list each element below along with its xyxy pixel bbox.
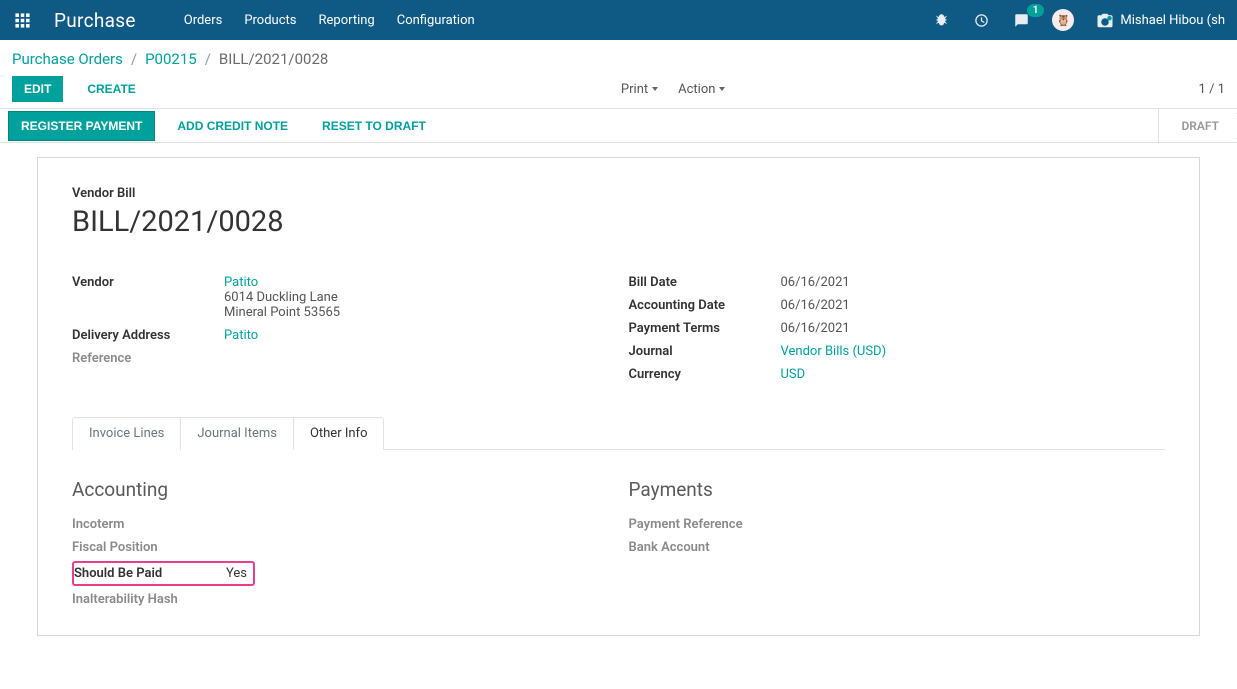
journal-label: Journal: [629, 344, 781, 359]
bill-date-value: 06/16/2021: [781, 275, 850, 290]
create-button[interactable]: Create: [75, 76, 147, 102]
field-journal: Journal Vendor Bills (USD): [629, 340, 1166, 363]
journal-link[interactable]: Vendor Bills (USD): [781, 344, 887, 359]
bill-date-label: Bill Date: [629, 275, 781, 290]
print-dropdown[interactable]: Print: [621, 82, 658, 97]
payments-title: Payments: [629, 478, 1166, 501]
right-column: Bill Date 06/16/2021 Accounting Date 06/…: [629, 271, 1166, 386]
field-bill-date: Bill Date 06/16/2021: [629, 271, 1166, 294]
incoterm-label: Incoterm: [72, 517, 224, 532]
action-dropdown[interactable]: Action: [678, 82, 725, 97]
pay-terms-value: 06/16/2021: [781, 321, 850, 336]
header-fields: Vendor Patito 6014 Duckling Lane Mineral…: [72, 271, 1165, 386]
bug-icon[interactable]: [932, 11, 950, 29]
vendor-link[interactable]: Patito: [224, 275, 258, 290]
statusbar: Register Payment Add Credit Note Reset t…: [0, 108, 1237, 143]
accounting-section: Accounting Incoterm Fiscal Position Shou…: [72, 450, 609, 611]
pay-ref-label: Payment Reference: [629, 517, 781, 532]
edit-button[interactable]: Edit: [12, 76, 63, 102]
bank-label: Bank Account: [629, 540, 781, 555]
delivery-link[interactable]: Patito: [224, 328, 258, 343]
hash-label: Inalterability Hash: [72, 592, 224, 607]
breadcrumb-sep: /: [205, 50, 211, 68]
status-flow: Draft: [1158, 109, 1237, 142]
field-reference: Reference: [72, 347, 609, 370]
left-column: Vendor Patito 6014 Duckling Lane Mineral…: [72, 271, 609, 386]
tab-journal-items[interactable]: Journal Items: [180, 417, 294, 450]
clock-icon[interactable]: [972, 11, 990, 29]
doc-title: BILL/2021/0028: [72, 205, 1165, 239]
breadcrumb-sep: /: [131, 50, 137, 68]
apps-icon[interactable]: [8, 6, 36, 34]
messages-icon[interactable]: 1: [1012, 11, 1030, 29]
field-delivery: Delivery Address Patito: [72, 324, 609, 347]
menu-configuration[interactable]: Configuration: [397, 9, 475, 32]
messages-badge: 1: [1027, 4, 1045, 17]
breadcrumb-row: Purchase Orders / P00215 / BILL/2021/002…: [0, 40, 1237, 72]
toolbar-row: Edit Create Print Action 1 / 1: [0, 72, 1237, 108]
other-info-content: Accounting Incoterm Fiscal Position Shou…: [72, 450, 1165, 611]
vendor-addr1: 6014 Duckling Lane: [224, 290, 338, 305]
should-be-paid-highlight: Should Be Paid Yes: [72, 561, 255, 586]
camera-icon: [1096, 11, 1114, 29]
user-menu[interactable]: Mishael Hibou (sh: [1096, 11, 1225, 29]
breadcrumb: Purchase Orders / P00215 / BILL/2021/002…: [12, 50, 328, 68]
field-inalterability-hash: Inalterability Hash: [72, 588, 609, 611]
tab-other-info[interactable]: Other Info: [293, 417, 385, 450]
caret-icon: [719, 87, 725, 91]
pager[interactable]: 1 / 1: [1199, 82, 1225, 97]
currency-label: Currency: [629, 367, 781, 382]
field-vendor: Vendor Patito 6014 Duckling Lane Mineral…: [72, 271, 609, 324]
app-title[interactable]: Purchase: [54, 9, 136, 32]
user-name: Mishael Hibou (sh: [1120, 13, 1225, 28]
pay-terms-label: Payment Terms: [629, 321, 781, 336]
field-fiscal-position: Fiscal Position: [72, 536, 609, 559]
fiscal-label: Fiscal Position: [72, 540, 224, 555]
menu-reporting[interactable]: Reporting: [319, 9, 375, 32]
action-label: Action: [678, 82, 715, 97]
delivery-label: Delivery Address: [72, 328, 224, 343]
currency-link[interactable]: USD: [781, 367, 806, 382]
field-bank-account: Bank Account: [629, 536, 1166, 559]
should-paid-label: Should Be Paid: [74, 566, 226, 581]
add-credit-note-button[interactable]: Add Credit Note: [165, 112, 300, 140]
reset-draft-button[interactable]: Reset to Draft: [310, 112, 438, 140]
center-actions: Print Action: [621, 82, 726, 97]
register-payment-button[interactable]: Register Payment: [8, 111, 155, 141]
field-payment-reference: Payment Reference: [629, 513, 1166, 536]
owl-icon[interactable]: 🦉: [1052, 9, 1074, 31]
reference-label: Reference: [72, 351, 224, 366]
acct-date-value: 06/16/2021: [781, 298, 850, 313]
field-should-be-paid: Should Be Paid Yes: [74, 565, 247, 582]
print-label: Print: [621, 82, 648, 97]
breadcrumb-current: BILL/2021/0028: [219, 50, 328, 68]
status-stage-draft[interactable]: Draft: [1158, 109, 1237, 142]
vendor-value: Patito 6014 Duckling Lane Mineral Point …: [224, 275, 340, 320]
field-payment-terms: Payment Terms 06/16/2021: [629, 317, 1166, 340]
acct-date-label: Accounting Date: [629, 298, 781, 313]
breadcrumb-item-2[interactable]: P00215: [145, 50, 197, 68]
field-incoterm: Incoterm: [72, 513, 609, 536]
payments-section: Payments Payment Reference Bank Account: [629, 450, 1166, 611]
field-accounting-date: Accounting Date 06/16/2021: [629, 294, 1166, 317]
caret-icon: [652, 87, 658, 91]
top-navbar: Purchase Orders Products Reporting Confi…: [0, 0, 1237, 40]
tab-invoice-lines[interactable]: Invoice Lines: [72, 417, 181, 450]
form-sheet: Vendor Bill BILL/2021/0028 Vendor Patito…: [37, 157, 1200, 636]
doc-type-label: Vendor Bill: [72, 186, 1165, 201]
tabs: Invoice Lines Journal Items Other Info: [72, 416, 1165, 450]
menu-orders[interactable]: Orders: [184, 9, 223, 32]
vendor-label: Vendor: [72, 275, 224, 320]
accounting-title: Accounting: [72, 478, 609, 501]
menu-products[interactable]: Products: [244, 9, 296, 32]
field-currency: Currency USD: [629, 363, 1166, 386]
top-menu: Orders Products Reporting Configuration: [184, 9, 475, 32]
should-paid-value: Yes: [226, 566, 247, 581]
breadcrumb-item-1[interactable]: Purchase Orders: [12, 50, 123, 68]
top-right: 1 🦉 Mishael Hibou (sh: [932, 9, 1225, 31]
vendor-addr2: Mineral Point 53565: [224, 305, 340, 320]
